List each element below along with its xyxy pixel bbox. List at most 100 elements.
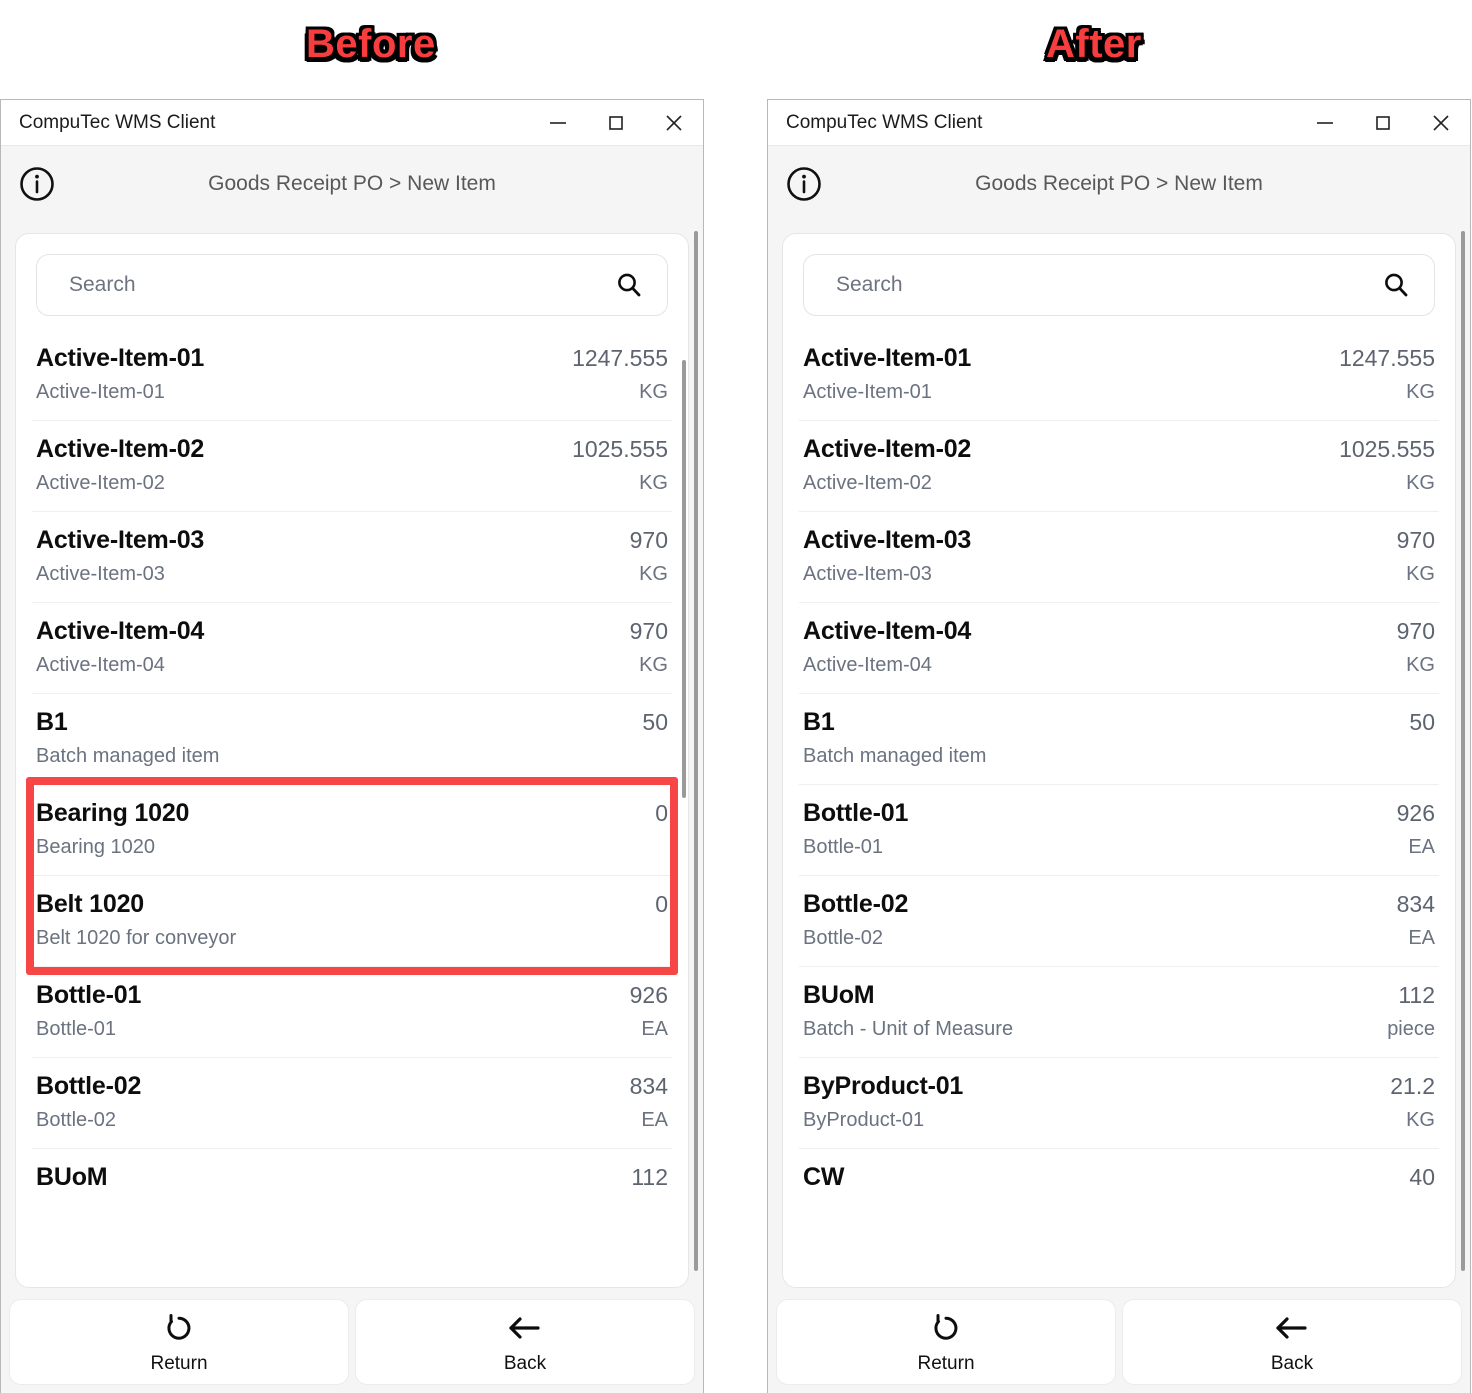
list-item[interactable]: Active-Item-01 1247.555 Active-Item-01 KG	[799, 330, 1439, 420]
item-uom: KG	[1406, 654, 1435, 676]
maximize-button[interactable]	[1354, 100, 1412, 146]
item-list-before[interactable]: Active-Item-01 1247.555 Active-Item-01 KG Ac…	[32, 330, 672, 1208]
list-item[interactable]: Active-Item-02 1025.555 Active-Item-02 KG	[799, 420, 1439, 511]
item-description: Active-Item-04	[36, 654, 165, 676]
list-item[interactable]: Bearing 1020 0 Bearing 1020	[32, 784, 672, 875]
close-button[interactable]	[645, 100, 703, 146]
item-quantity: 21.2	[1390, 1073, 1435, 1099]
window-scrollbar-thumb[interactable]	[1461, 231, 1465, 1271]
item-description: Active-Item-02	[36, 472, 165, 494]
item-code: BUoM	[803, 981, 875, 1009]
item-quantity: 926	[1396, 800, 1435, 826]
item-quantity: 1247.555	[1339, 345, 1435, 371]
item-uom: KG	[639, 472, 668, 494]
breadcrumb-bar: Goods Receipt PO > New Item	[768, 146, 1470, 221]
item-uom: KG	[1406, 563, 1435, 585]
item-description: Bottle-02	[803, 927, 884, 949]
list-item[interactable]: Active-Item-01 1247.555 Active-Item-01 KG	[32, 330, 672, 420]
item-code: Active-Item-04	[36, 617, 205, 645]
annotation-label-before: Before	[306, 22, 436, 66]
list-scrollbar-thumb[interactable]	[682, 360, 686, 798]
item-quantity: 970	[1396, 527, 1435, 553]
arrow-left-icon	[1273, 1309, 1311, 1347]
item-quantity: 112	[1398, 982, 1435, 1008]
panel-body: Active-Item-011247.555Active-Item-01KGAc…	[1, 221, 703, 1295]
list-item[interactable]: Active-Item-02 1025.555 Active-Item-02 KG	[32, 420, 672, 511]
item-uom: KG	[1406, 472, 1435, 494]
app-title: CompuTec WMS Client	[786, 111, 983, 133]
search-icon[interactable]	[1380, 269, 1412, 301]
item-description: Bottle-01	[36, 1018, 117, 1040]
item-list-after[interactable]: Active-Item-01 1247.555 Active-Item-01 KG Ac…	[799, 330, 1439, 1208]
window-scrollbar-thumb[interactable]	[694, 231, 698, 1271]
return-label: Return	[150, 1353, 208, 1374]
search-box[interactable]	[803, 254, 1435, 316]
item-code: Bottle-02	[803, 890, 909, 918]
item-uom: EA	[641, 1109, 668, 1131]
list-item[interactable]: BUoM 112 Batch - Unit of Measure piece	[799, 966, 1439, 1057]
item-quantity: 926	[629, 982, 668, 1008]
item-quantity: 1025.555	[1339, 436, 1435, 462]
list-item[interactable]: Belt 1020 0 Belt 1020 for conveyor	[32, 875, 672, 966]
minimize-button[interactable]	[529, 100, 587, 146]
item-quantity: 50	[642, 709, 668, 735]
item-quantity: 0	[655, 800, 668, 826]
list-item[interactable]: Active-Item-04 970 Active-Item-04 KG	[799, 602, 1439, 693]
item-quantity: 834	[629, 1073, 668, 1099]
item-quantity: 0	[655, 891, 668, 917]
search-row	[799, 234, 1439, 330]
list-item[interactable]: BUoM 112	[32, 1148, 672, 1208]
breadcrumb: Goods Receipt PO > New Item	[208, 171, 496, 195]
breadcrumb: Goods Receipt PO > New Item	[975, 171, 1263, 195]
list-item[interactable]: Bottle-01 926 Bottle-01 EA	[799, 784, 1439, 875]
list-item[interactable]: Bottle-02 834 Bottle-02 EA	[32, 1057, 672, 1148]
item-code: Bearing 1020	[36, 799, 190, 827]
window-scrollbar-track[interactable]	[689, 221, 703, 1295]
item-code: Belt 1020	[36, 890, 144, 918]
maximize-button[interactable]	[587, 100, 645, 146]
window-scrollbar-track[interactable]	[1456, 221, 1470, 1295]
titlebar: CompuTec WMS Client	[1, 100, 703, 146]
list-item[interactable]: Active-Item-03 970 Active-Item-03 KG	[32, 511, 672, 602]
item-uom: KG	[639, 381, 668, 403]
list-item[interactable]: B1 50 Batch managed item	[799, 693, 1439, 784]
item-code: Active-Item-01	[803, 344, 972, 372]
close-button[interactable]	[1412, 100, 1470, 146]
list-item[interactable]: CW 40	[799, 1148, 1439, 1208]
item-code: ByProduct-01	[803, 1072, 964, 1100]
return-button[interactable]: Return	[776, 1299, 1116, 1385]
list-item[interactable]: Bottle-01 926 Bottle-01 EA	[32, 966, 672, 1057]
list-item[interactable]: Active-Item-04 970 Active-Item-04 KG	[32, 602, 672, 693]
item-description: Active-Item-04	[803, 654, 932, 676]
undo-icon	[929, 1309, 963, 1347]
list-item[interactable]: Active-Item-03 970 Active-Item-03 KG	[799, 511, 1439, 602]
item-code: Active-Item-04	[803, 617, 972, 645]
item-description: Belt 1020 for conveyor	[36, 927, 237, 949]
app-window-after: CompuTec WMS Client Goods Receipt PO > N…	[767, 99, 1471, 1393]
return-button[interactable]: Return	[9, 1299, 349, 1385]
search-box[interactable]	[36, 254, 668, 316]
item-quantity: 1247.555	[572, 345, 668, 371]
search-row	[32, 234, 672, 330]
item-code: Active-Item-01	[36, 344, 205, 372]
item-description: Active-Item-02	[803, 472, 932, 494]
item-description: Batch managed item	[803, 745, 987, 767]
list-item[interactable]: ByProduct-01 21.2 ByProduct-01 KG	[799, 1057, 1439, 1148]
item-description: ByProduct-01	[803, 1109, 925, 1131]
window-controls	[529, 100, 703, 146]
search-input[interactable]	[69, 273, 613, 297]
back-button[interactable]: Back	[355, 1299, 695, 1385]
list-item[interactable]: Bottle-02 834 Bottle-02 EA	[799, 875, 1439, 966]
list-item[interactable]: B1 50 Batch managed item	[32, 693, 672, 784]
item-quantity: 970	[629, 527, 668, 553]
back-label: Back	[1270, 1353, 1314, 1374]
item-uom: KG	[639, 654, 668, 676]
back-button[interactable]: Back	[1122, 1299, 1462, 1385]
search-input[interactable]	[836, 273, 1380, 297]
item-code: Bottle-01	[803, 799, 909, 827]
breadcrumb-bar: Goods Receipt PO > New Item	[1, 146, 703, 221]
item-code: Bottle-02	[36, 1072, 142, 1100]
item-description: Active-Item-01	[803, 381, 932, 403]
minimize-button[interactable]	[1296, 100, 1354, 146]
search-icon[interactable]	[613, 269, 645, 301]
